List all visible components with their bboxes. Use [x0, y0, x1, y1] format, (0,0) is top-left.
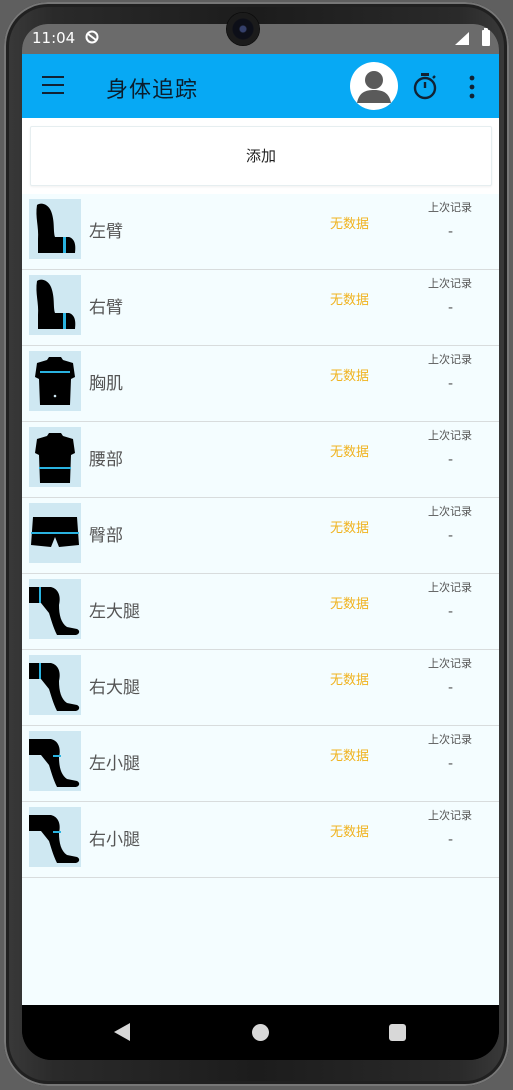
app-toolbar: 身体追踪 — [22, 54, 499, 118]
thumbnail — [29, 731, 81, 791]
thumbnail — [29, 579, 81, 639]
list-item[interactable]: 左小腿 无数据 上次记录 - — [22, 726, 499, 802]
last-record-value: - — [448, 300, 454, 316]
list-item[interactable]: 左臂 无数据 上次记录 - — [22, 194, 499, 270]
item-name: 左臂 — [89, 222, 123, 242]
last-record-value: - — [448, 376, 454, 392]
last-record-label: 上次记录 — [428, 353, 472, 366]
last-record-value: - — [448, 452, 454, 468]
last-record-label: 上次记录 — [428, 277, 472, 290]
thumbnail — [29, 807, 81, 867]
item-status: 无数据 — [330, 673, 370, 688]
do-not-disturb-icon — [85, 30, 99, 44]
thumbnail — [29, 275, 81, 335]
item-status: 无数据 — [330, 521, 370, 536]
last-record-label: 上次记录 — [428, 505, 472, 518]
hips-icon — [31, 517, 79, 547]
item-status: 无数据 — [330, 597, 370, 612]
item-name: 右大腿 — [89, 678, 140, 698]
item-name: 胸肌 — [89, 374, 123, 394]
status-time: 11:04 — [32, 29, 76, 47]
user-avatar-icon — [357, 71, 391, 103]
main-content: 添加 左臂 无数据 上次记录 - 右臂 无数据 上次记录 - 胸肌 无数据 上次… — [22, 118, 499, 1005]
add-button[interactable]: 添加 — [30, 126, 492, 186]
item-name: 左小腿 — [89, 754, 140, 774]
last-record-label: 上次记录 — [428, 201, 472, 214]
right-arm-icon — [36, 279, 76, 329]
item-name: 左大腿 — [89, 602, 140, 622]
thumbnail — [29, 655, 81, 715]
thumbnail — [29, 351, 81, 411]
home-icon[interactable] — [252, 1024, 269, 1041]
item-status: 无数据 — [330, 825, 370, 840]
list-item[interactable]: 右大腿 无数据 上次记录 - — [22, 650, 499, 726]
item-status: 无数据 — [330, 369, 370, 384]
more-options-icon[interactable] — [466, 74, 478, 100]
waist-icon — [35, 433, 75, 483]
last-record-value: - — [448, 604, 454, 620]
list-item[interactable]: 胸肌 无数据 上次记录 - — [22, 346, 499, 422]
left-thigh-icon — [29, 587, 80, 635]
left-arm-icon — [36, 203, 76, 253]
last-record-value: - — [448, 832, 454, 848]
recent-apps-icon[interactable] — [389, 1024, 406, 1041]
thumbnail — [29, 503, 81, 563]
item-status: 无数据 — [330, 749, 370, 764]
item-status: 无数据 — [330, 445, 370, 460]
last-record-value: - — [448, 680, 454, 696]
screen: 11:04 身体追踪 添加 左臂 无数据 上次记录 - 右臂 无数据 上次记录 … — [22, 24, 499, 1060]
system-nav-bar — [22, 1005, 499, 1060]
item-name: 右臂 — [89, 298, 123, 318]
right-thigh-icon — [29, 663, 80, 711]
right-calf-icon — [29, 815, 80, 863]
menu-icon[interactable] — [42, 76, 66, 96]
battery-icon — [482, 28, 490, 46]
last-record-label: 上次记录 — [428, 809, 472, 822]
signal-icon — [455, 32, 469, 45]
back-icon[interactable] — [114, 1023, 130, 1041]
item-status: 无数据 — [330, 217, 370, 232]
last-record-label: 上次记录 — [428, 429, 472, 442]
item-status: 无数据 — [330, 293, 370, 308]
last-record-label: 上次记录 — [428, 657, 472, 670]
stopwatch-icon[interactable] — [412, 72, 438, 100]
status-bar: 11:04 — [22, 24, 499, 54]
last-record-value: - — [448, 224, 454, 240]
item-name: 右小腿 — [89, 830, 140, 850]
add-button-area: 添加 — [22, 118, 499, 194]
avatar[interactable] — [350, 62, 398, 110]
list-item[interactable]: 臀部 无数据 上次记录 - — [22, 498, 499, 574]
last-record-value: - — [448, 528, 454, 544]
phone-frame: 11:04 身体追踪 添加 左臂 无数据 上次记录 - 右臂 无数据 上次记录 … — [4, 2, 509, 1086]
last-record-value: - — [448, 756, 454, 772]
thumbnail — [29, 199, 81, 259]
left-calf-icon — [29, 739, 80, 787]
front-camera — [226, 12, 260, 46]
list-item[interactable]: 右臂 无数据 上次记录 - — [22, 270, 499, 346]
chest-icon — [35, 357, 75, 405]
list-item[interactable]: 右小腿 无数据 上次记录 - — [22, 802, 499, 878]
page-title: 身体追踪 — [106, 78, 199, 103]
thumbnail — [29, 427, 81, 487]
measurement-list: 左臂 无数据 上次记录 - 右臂 无数据 上次记录 - 胸肌 无数据 上次记录 … — [22, 194, 499, 878]
last-record-label: 上次记录 — [428, 733, 472, 746]
list-item[interactable]: 左大腿 无数据 上次记录 - — [22, 574, 499, 650]
item-name: 腰部 — [89, 450, 123, 470]
item-name: 臀部 — [89, 526, 123, 546]
last-record-label: 上次记录 — [428, 581, 472, 594]
list-item[interactable]: 腰部 无数据 上次记录 - — [22, 422, 499, 498]
